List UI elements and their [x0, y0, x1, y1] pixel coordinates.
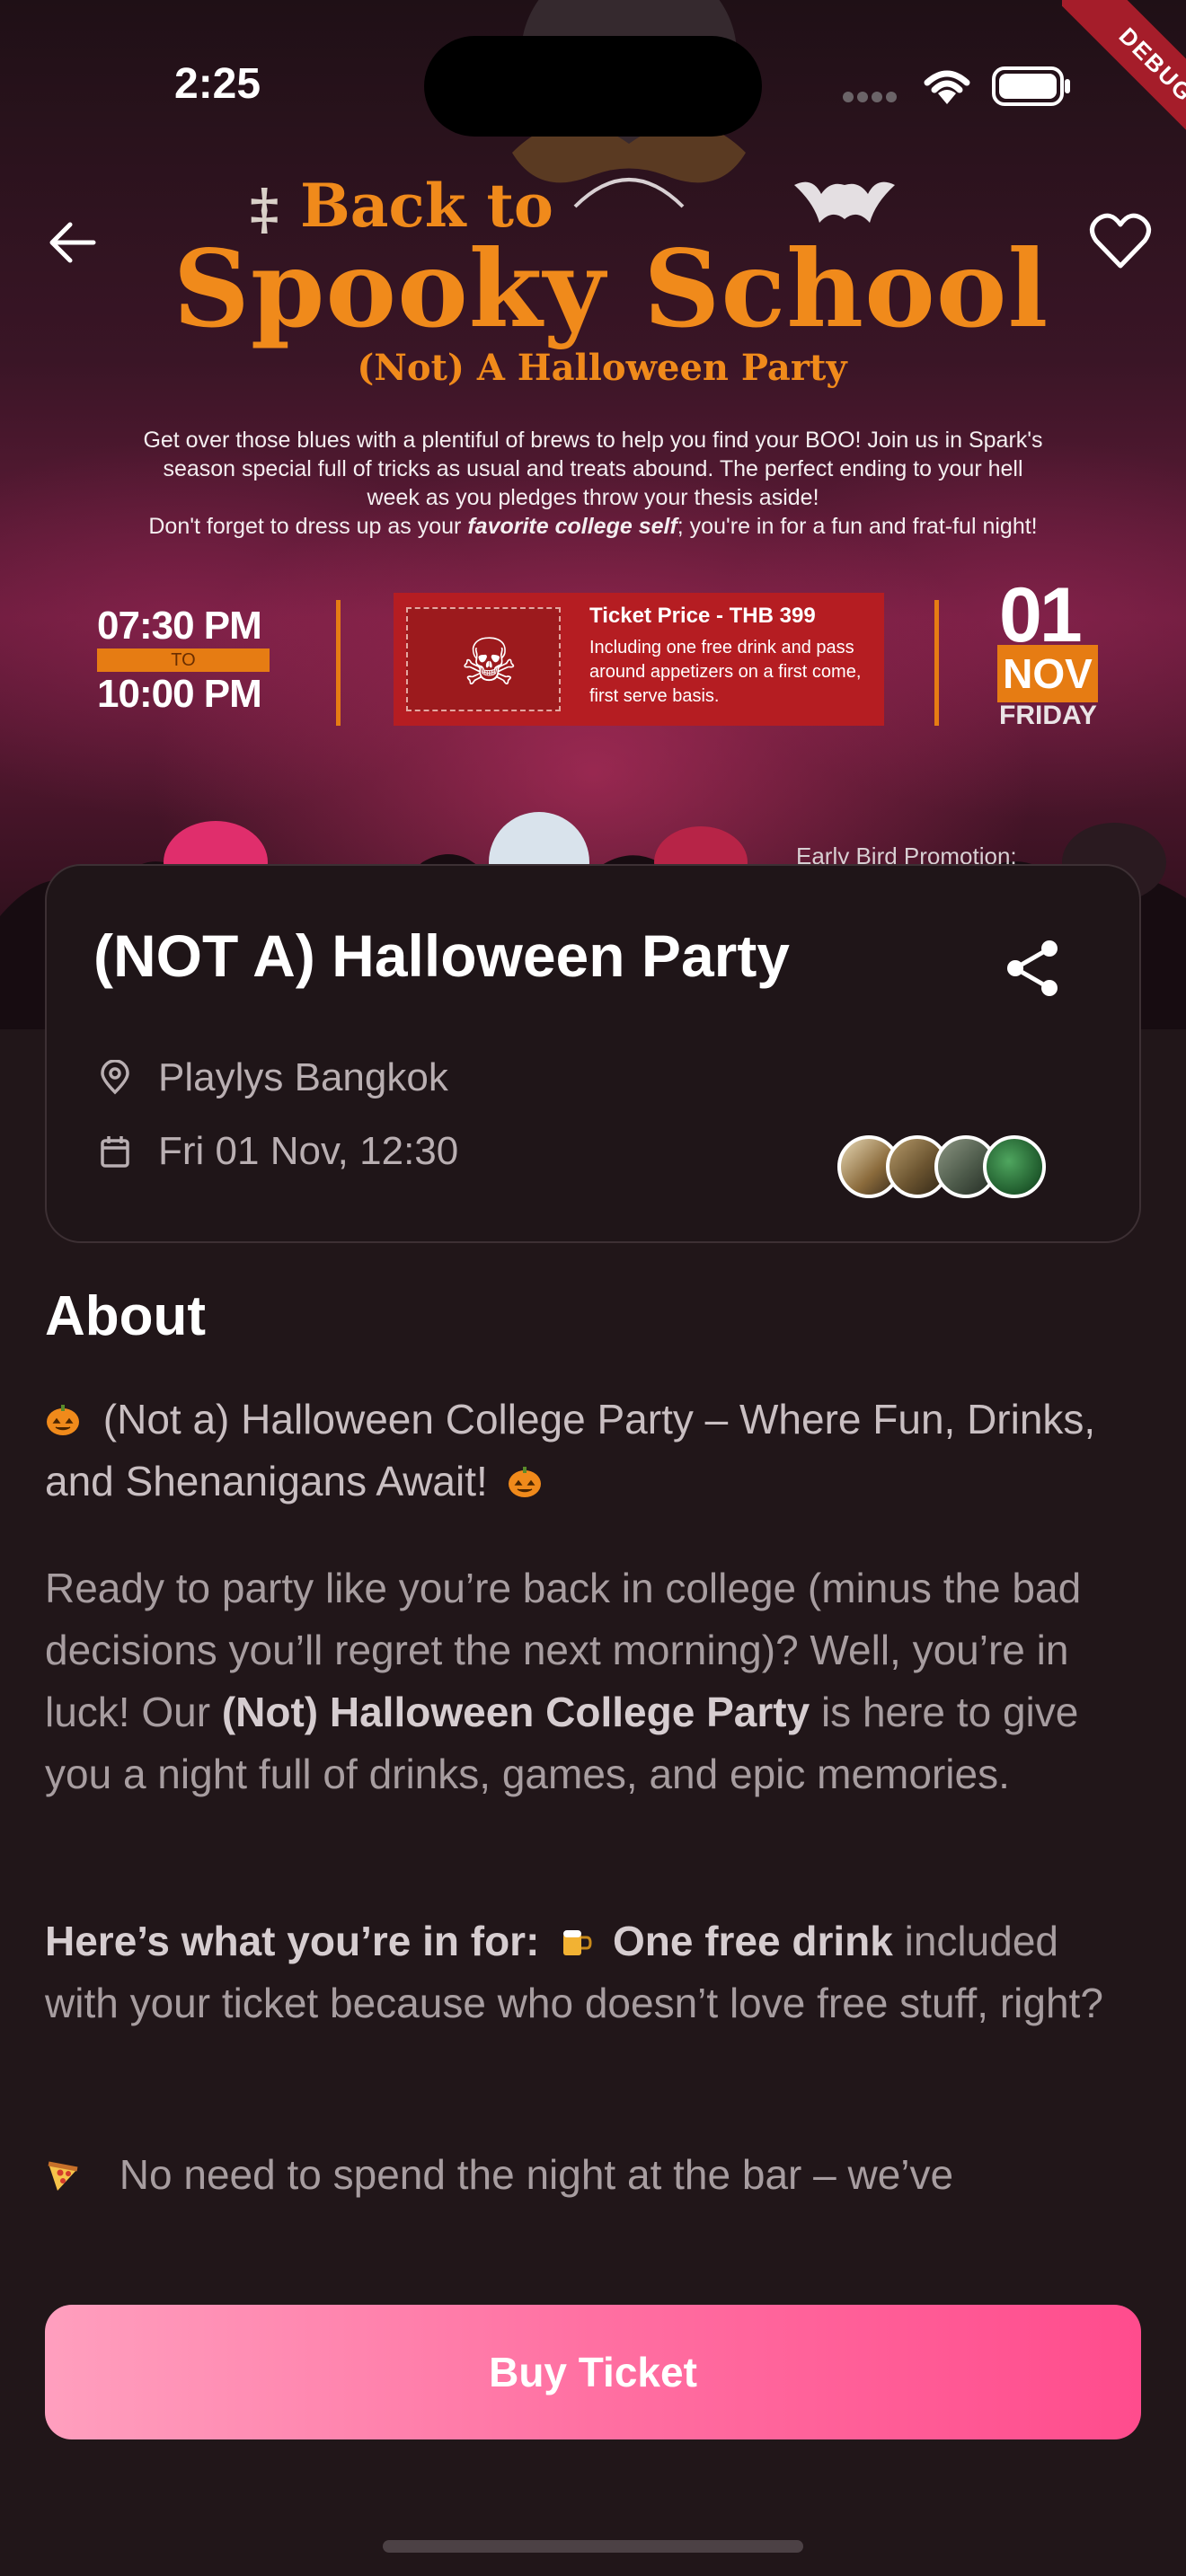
about-paragraph-1: Ready to party like you’re back in colle…: [45, 1557, 1141, 1805]
buy-ticket-button[interactable]: Buy Ticket: [45, 2305, 1141, 2439]
share-button[interactable]: [1001, 936, 1066, 1001]
about-bold: (Not) Halloween College Party: [221, 1689, 810, 1735]
signal-dots-icon: [843, 92, 897, 102]
battery-icon: [992, 66, 1070, 106]
about-text: No need to spend the night at the bar – …: [119, 2151, 954, 2198]
poster-subtitle: (Not) A Halloween Party: [357, 347, 847, 389]
heart-icon: [1090, 213, 1151, 269]
pizza-icon: [48, 2161, 78, 2191]
debug-label: DEBUG: [1062, 0, 1186, 153]
poster-date-weekday: FRIDAY: [999, 701, 1097, 730]
poster-divider: [336, 600, 341, 726]
poster-desc-line: season special full of tricks as usual a…: [163, 456, 1023, 481]
poster-desc-line: week as you pledges throw your thesis as…: [367, 485, 819, 510]
avatar: [983, 1135, 1046, 1198]
wifi-icon: [924, 70, 970, 104]
poster-desc-text: ; you're in for a fun and frat-ful night…: [677, 514, 1038, 539]
poster-ticket-box: ☠ Ticket Price - THB 399 Including one f…: [394, 593, 884, 726]
beer-icon: [563, 1930, 592, 1955]
poster-time-start: 07:30 PM: [97, 604, 262, 648]
event-location: Playlys Bangkok: [158, 1055, 448, 1099]
poster-date-month: NOV: [997, 645, 1098, 702]
dynamic-island: [424, 36, 762, 137]
poster-desc-text: Don't forget to dress up as your: [148, 514, 468, 539]
pumpkin-icon: [47, 1405, 79, 1435]
back-button[interactable]: [41, 210, 106, 275]
share-icon: [1007, 940, 1058, 996]
event-info-card: (NOT A) Halloween Party Playlys Bangkok …: [45, 864, 1141, 1243]
skull-icon: ☠: [460, 627, 518, 699]
poster-time-block: 07:30 PM TO 10:00 PM: [97, 604, 277, 717]
ticket-stub: ☠: [406, 607, 561, 711]
about-paragraph-3: No need to spend the night at the bar – …: [45, 2144, 1141, 2206]
ticket-price-title: Ticket Price - THB 399: [589, 604, 816, 628]
poster-time-end: 10:00 PM: [97, 672, 262, 716]
poster-time-to: TO: [97, 648, 270, 672]
calendar-icon: [101, 1136, 129, 1168]
event-datetime: Fri 01 Nov, 12:30: [158, 1129, 459, 1173]
poster-title: Spooky School: [173, 226, 1049, 351]
location-pin-icon: [101, 1060, 129, 1095]
about-bold: Here’s what you’re in for:: [45, 1918, 540, 1964]
status-time: 2:25: [174, 60, 261, 108]
event-location-row: Playlys Bangkok: [97, 1051, 448, 1105]
favorite-button[interactable]: [1087, 210, 1154, 273]
poster-divider: [934, 600, 939, 726]
about-intro-text: (Not a) Halloween College Party – Where …: [45, 1396, 1096, 1504]
home-indicator: [383, 2540, 803, 2553]
about-bold: One free drink: [612, 1918, 893, 1964]
event-datetime-row: Fri 01 Nov, 12:30: [97, 1125, 458, 1178]
about-intro: (Not a) Halloween College Party – Where …: [45, 1389, 1141, 1513]
pumpkin-icon: [508, 1467, 541, 1497]
poster-desc-bold: favorite college self: [467, 514, 677, 539]
poster-desc-line: Don't forget to dress up as your favorit…: [63, 512, 1123, 541]
ticket-price-details: Including one free drink and pass around…: [589, 638, 862, 706]
attendee-avatars[interactable]: [837, 1135, 1046, 1204]
event-title: (NOT A) Halloween Party: [93, 922, 791, 989]
debug-banner: DEBUG: [1062, 0, 1186, 153]
poster-desc-line: Get over those blues with a plentiful of…: [143, 428, 1043, 453]
about-paragraph-2: Here’s what you’re in for: One free drin…: [45, 1910, 1141, 2034]
poster-description: Get over those blues with a plentiful of…: [63, 426, 1123, 541]
bat-illustration: [794, 181, 895, 223]
back-arrow-icon: [49, 222, 96, 263]
about-heading: About: [45, 1285, 207, 1347]
